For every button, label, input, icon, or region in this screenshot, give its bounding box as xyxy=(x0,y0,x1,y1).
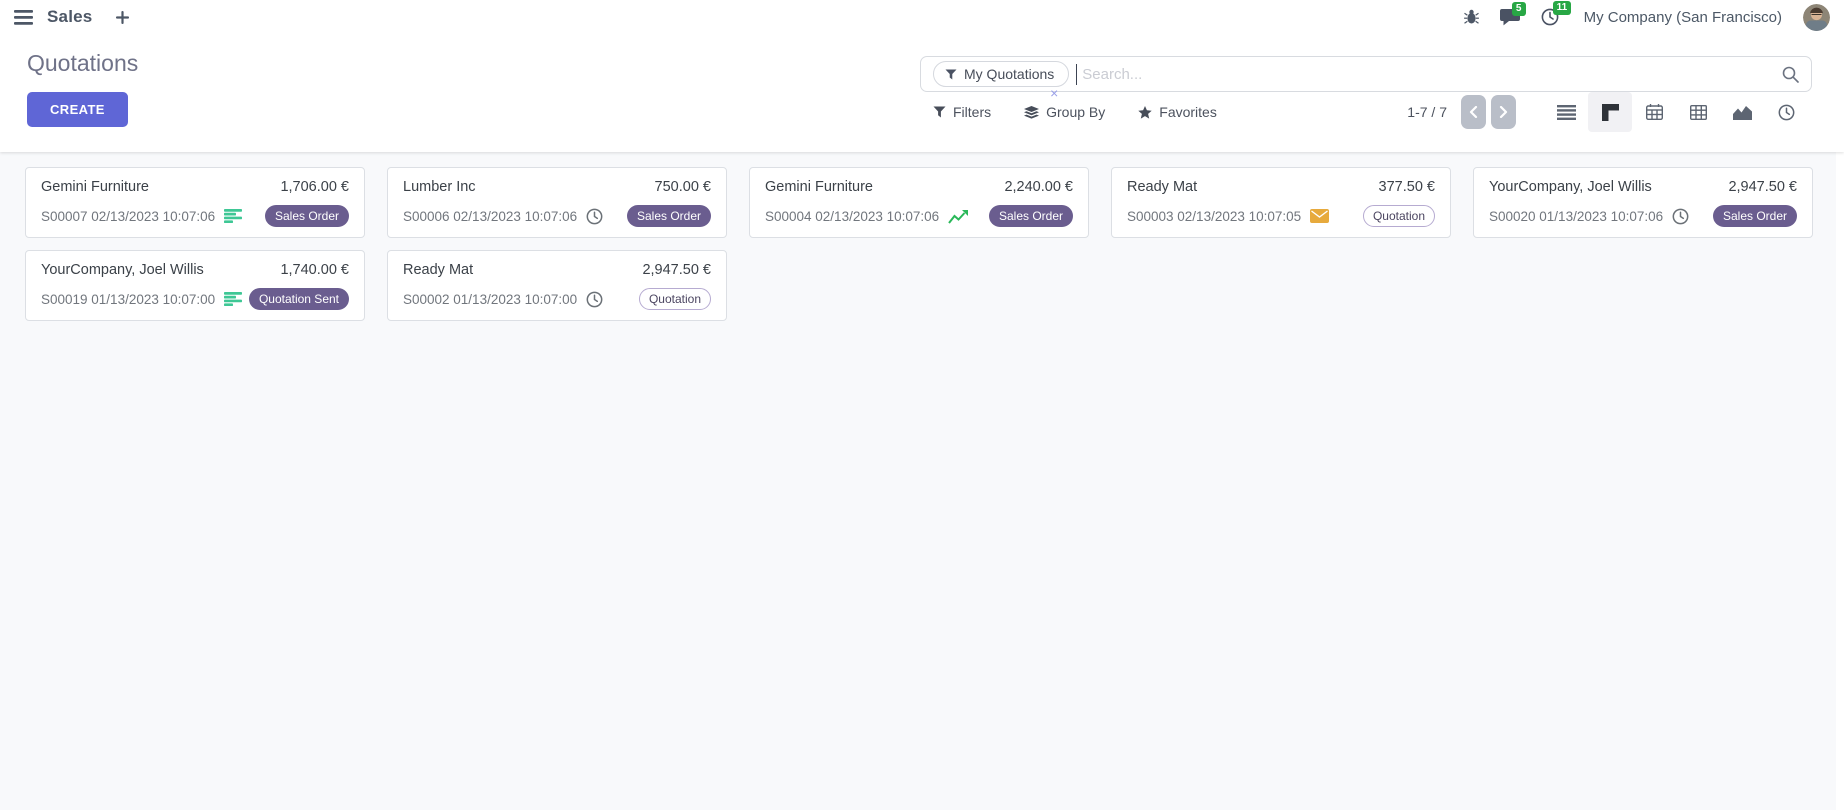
card-reference: S00003 02/13/2023 10:07:05 xyxy=(1127,209,1301,224)
text-cursor xyxy=(1076,64,1077,85)
messages-icon[interactable]: 5 xyxy=(1500,9,1520,26)
quotation-card[interactable]: Gemini Furniture 2,240.00 € S00004 02/13… xyxy=(749,167,1089,238)
pager-and-views: 1-7 / 7 xyxy=(1407,92,1808,132)
group-by-label: Group By xyxy=(1046,104,1105,120)
kanban-view: Gemini Furniture 1,706.00 € S00007 02/13… xyxy=(0,152,1844,810)
search-bar[interactable]: My Quotations × xyxy=(920,56,1812,92)
create-button[interactable]: CREATE xyxy=(27,92,128,127)
search-input[interactable] xyxy=(1082,66,1782,83)
card-amount: 1,706.00 € xyxy=(280,179,349,195)
pivot-view-icon xyxy=(1690,105,1707,120)
status-badge: Sales Order xyxy=(265,205,349,227)
status-badge: Sales Order xyxy=(1713,205,1797,227)
card-customer: YourCompany, Joel Willis xyxy=(1489,179,1652,195)
card-reference: S00007 02/13/2023 10:07:06 xyxy=(41,209,215,224)
card-reference: S00004 02/13/2023 10:07:06 xyxy=(765,209,939,224)
quotation-card[interactable]: YourCompany, Joel Willis 1,740.00 € S000… xyxy=(25,250,365,321)
favorites-label: Favorites xyxy=(1159,104,1217,120)
graph-view-button[interactable] xyxy=(1720,92,1764,132)
activity-clock-icon[interactable] xyxy=(1672,208,1689,225)
activity-chart-icon[interactable] xyxy=(948,209,969,224)
card-customer: Ready Mat xyxy=(403,262,473,278)
card-customer: Gemini Furniture xyxy=(765,179,873,195)
activity-list-icon[interactable] xyxy=(224,209,242,223)
activity-clock-icon[interactable] xyxy=(586,291,603,308)
card-amount: 2,240.00 € xyxy=(1004,179,1073,195)
card-customer: Ready Mat xyxy=(1127,179,1197,195)
app-name[interactable]: Sales xyxy=(47,7,92,27)
status-badge: Sales Order xyxy=(989,205,1073,227)
messages-count-badge: 5 xyxy=(1512,2,1526,16)
debug-bug-icon[interactable] xyxy=(1464,9,1479,25)
calendar-view-button[interactable] xyxy=(1632,92,1676,132)
pager-next-button[interactable] xyxy=(1491,95,1516,129)
kanban-view-icon xyxy=(1602,104,1619,121)
card-reference: S00006 02/13/2023 10:07:06 xyxy=(403,209,577,224)
activities-count-badge: 11 xyxy=(1553,1,1572,15)
user-avatar[interactable] xyxy=(1803,4,1830,31)
pivot-view-button[interactable] xyxy=(1676,92,1720,132)
control-panel: Quotations CREATE My Quotations × Filter… xyxy=(0,34,1844,152)
card-customer: Gemini Furniture xyxy=(41,179,149,195)
group-by-button[interactable]: Group By xyxy=(1024,104,1105,120)
view-switcher xyxy=(1544,92,1808,132)
top-navbar: Sales 5 11 My Company (San Francisco) xyxy=(0,0,1844,34)
pager-previous-button[interactable] xyxy=(1461,95,1486,129)
search-icon[interactable] xyxy=(1782,66,1799,83)
card-reference: S00020 01/13/2023 10:07:06 xyxy=(1489,209,1663,224)
layers-icon xyxy=(1024,106,1039,119)
quotation-card[interactable]: Ready Mat 377.50 € S00003 02/13/2023 10:… xyxy=(1111,167,1451,238)
card-reference: S00019 01/13/2023 10:07:00 xyxy=(41,292,215,307)
filters-button[interactable]: Filters xyxy=(933,104,991,120)
card-reference: S00002 01/13/2023 10:07:00 xyxy=(403,292,577,307)
card-amount: 2,947.50 € xyxy=(642,262,711,278)
filter-funnel-icon xyxy=(933,106,946,118)
card-amount: 2,947.50 € xyxy=(1728,179,1797,195)
activity-view-icon xyxy=(1778,104,1795,121)
activity-envelope-icon[interactable] xyxy=(1310,209,1329,223)
page-title: Quotations xyxy=(27,50,138,77)
card-customer: Lumber Inc xyxy=(403,179,476,195)
card-customer: YourCompany, Joel Willis xyxy=(41,262,204,278)
activities-clock-icon[interactable]: 11 xyxy=(1541,8,1559,26)
activity-view-button[interactable] xyxy=(1764,92,1808,132)
search-facet-my-quotations[interactable]: My Quotations × xyxy=(933,61,1069,87)
status-badge: Quotation Sent xyxy=(249,288,349,310)
status-badge: Sales Order xyxy=(627,205,711,227)
calendar-view-icon xyxy=(1646,104,1663,120)
list-view-icon xyxy=(1557,105,1576,120)
kanban-view-button[interactable] xyxy=(1588,92,1632,132)
chevron-left-icon xyxy=(1469,106,1478,118)
plus-icon[interactable] xyxy=(116,11,129,24)
status-badge: Quotation xyxy=(1363,205,1435,227)
list-view-button[interactable] xyxy=(1544,92,1588,132)
graph-view-icon xyxy=(1733,105,1752,120)
kanban-cards: Gemini Furniture 1,706.00 € S00007 02/13… xyxy=(0,152,1844,336)
activity-clock-icon[interactable] xyxy=(586,208,603,225)
card-amount: 750.00 € xyxy=(655,179,711,195)
favorites-button[interactable]: Favorites xyxy=(1138,104,1217,120)
status-badge: Quotation xyxy=(639,288,711,310)
quotation-card[interactable]: Lumber Inc 750.00 € S00006 02/13/2023 10… xyxy=(387,167,727,238)
search-options-row: Filters Group By Favorites xyxy=(933,92,1217,132)
filters-label: Filters xyxy=(953,104,991,120)
card-amount: 1,740.00 € xyxy=(280,262,349,278)
quotation-card[interactable]: Ready Mat 2,947.50 € S00002 01/13/2023 1… xyxy=(387,250,727,321)
company-switcher[interactable]: My Company (San Francisco) xyxy=(1584,9,1782,26)
chevron-right-icon xyxy=(1499,106,1508,118)
hamburger-menu-icon[interactable] xyxy=(14,10,33,25)
star-icon xyxy=(1138,106,1152,119)
quotation-card[interactable]: Gemini Furniture 1,706.00 € S00007 02/13… xyxy=(25,167,365,238)
activity-list-icon[interactable] xyxy=(224,292,242,306)
quotation-card[interactable]: YourCompany, Joel Willis 2,947.50 € S000… xyxy=(1473,167,1813,238)
facet-label: My Quotations xyxy=(964,66,1054,82)
filter-funnel-icon xyxy=(945,69,957,80)
scrollbar[interactable] xyxy=(1836,152,1844,810)
pager-range: 1-7 / 7 xyxy=(1407,104,1447,120)
card-amount: 377.50 € xyxy=(1379,179,1435,195)
